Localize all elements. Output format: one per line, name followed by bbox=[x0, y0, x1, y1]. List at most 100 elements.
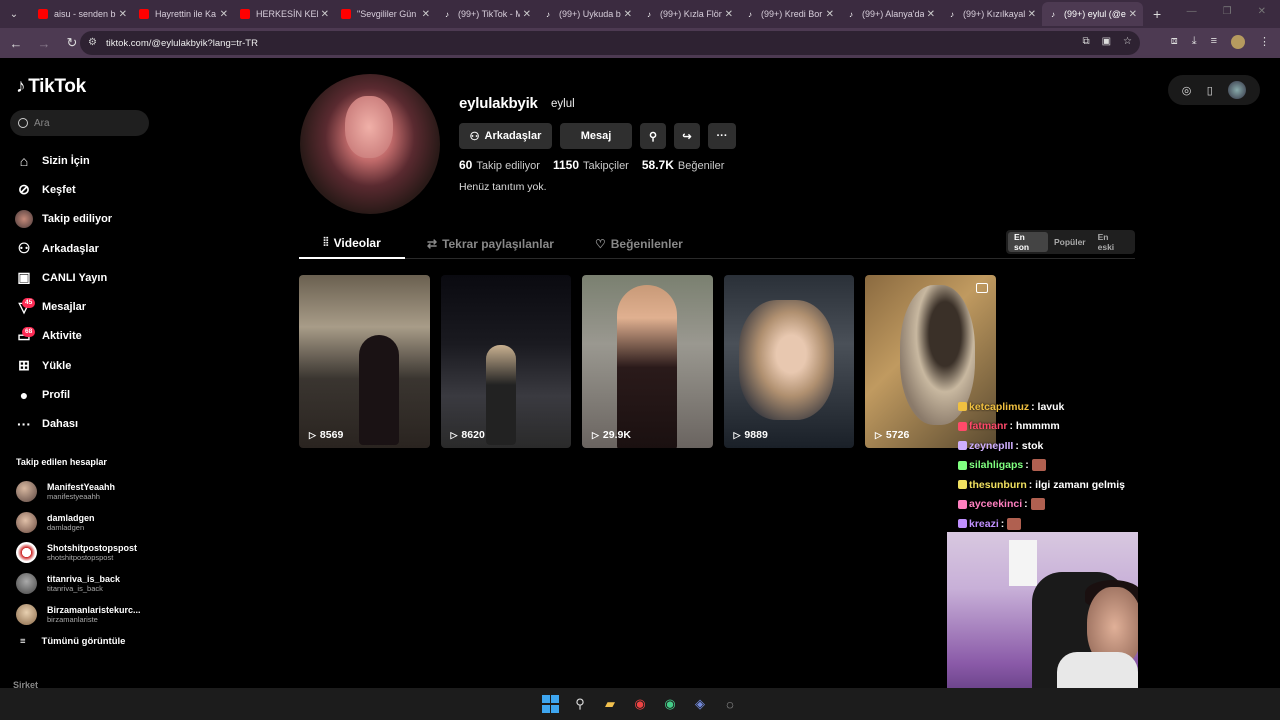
browser-tab[interactable]: ♪ (99+) Kızılkayal ✕ bbox=[941, 2, 1042, 26]
sidebar-item[interactable]: ▣ CANLI Yayın bbox=[14, 263, 112, 292]
tab-liked[interactable]: ♡ Beğenilenler bbox=[595, 228, 683, 259]
install-icon[interactable]: ▣ bbox=[1102, 36, 1111, 47]
tab-close-icon[interactable]: ✕ bbox=[1129, 9, 1137, 20]
tab-close-icon[interactable]: ✕ bbox=[321, 9, 329, 20]
browser-tab[interactable]: ♪ (99+) Kredi Bor ✕ bbox=[739, 2, 840, 26]
message-button[interactable]: Mesaj bbox=[560, 123, 632, 149]
chrome-active-icon[interactable]: ◉ bbox=[661, 695, 679, 713]
tab-close-icon[interactable]: ✕ bbox=[220, 9, 228, 20]
sidebar-item[interactable]: Takip ediliyor bbox=[14, 205, 112, 234]
obs-icon[interactable]: ◌ bbox=[721, 695, 739, 713]
friends-button[interactable]: ⚇ Arkadaşlar bbox=[459, 123, 552, 149]
browser-tab[interactable]: ♪ (99+) Uykuda b ✕ bbox=[537, 2, 638, 26]
close-window-icon[interactable]: ✕ bbox=[1258, 6, 1266, 17]
minimize-icon[interactable]: — bbox=[1187, 6, 1197, 17]
sidebar-item[interactable]: ▭68 Aktivite bbox=[14, 322, 112, 351]
chat-message: silahligaps: bbox=[958, 456, 1125, 476]
tab-close-icon[interactable]: ✕ bbox=[422, 9, 430, 20]
sort-option[interactable]: En eski bbox=[1092, 232, 1133, 252]
bookmark-star-icon[interactable]: ☆ bbox=[1123, 36, 1132, 47]
translate-icon[interactable]: ⧉ bbox=[1082, 36, 1089, 47]
browser-tab[interactable]: Hayrettin ile Ka ✕ bbox=[133, 2, 234, 26]
tab-close-icon[interactable]: ✕ bbox=[1028, 9, 1036, 20]
video-thumbnail[interactable]: ▷ 29.9K bbox=[582, 275, 713, 448]
followers-stat[interactable]: 1150 Takipçiler bbox=[553, 158, 629, 172]
view-count: ▷ 5726 bbox=[875, 429, 909, 441]
tab-close-icon[interactable]: ✕ bbox=[927, 9, 935, 20]
tab-videos[interactable]: ⦙⦙ Videolar bbox=[299, 228, 405, 259]
view-count: ▷ 8569 bbox=[309, 429, 343, 441]
sort-option[interactable]: En son bbox=[1008, 232, 1048, 252]
sidebar-item[interactable]: ⚇ Arkadaşlar bbox=[14, 234, 112, 263]
search-taskbar-icon[interactable]: ⚲ bbox=[571, 695, 589, 713]
url-field[interactable]: ⚙ tiktok.com/@eylulakbyik?lang=tr-TR ⧉ ▣… bbox=[80, 31, 1140, 55]
followed-account[interactable]: Shotshitpostopspost shotshitpostopspost bbox=[16, 538, 141, 569]
browser-tab[interactable]: ♪ (99+) Alanya'da ✕ bbox=[840, 2, 941, 26]
back-icon[interactable]: ← bbox=[4, 36, 28, 51]
sort-option[interactable]: Popüler bbox=[1048, 232, 1092, 252]
video-thumbnail[interactable]: ▷ 9889 bbox=[723, 275, 854, 448]
add-friend-button[interactable]: ⚲ bbox=[640, 123, 666, 149]
site-info-icon[interactable]: ⚙ bbox=[88, 37, 97, 48]
video-thumbnail[interactable]: ▷ 8569 bbox=[299, 275, 430, 448]
tab-title: "Sevgililer Gün bbox=[357, 9, 417, 19]
chat-text: : hmmmm bbox=[1009, 420, 1060, 433]
download-icon[interactable]: ⤓ bbox=[1192, 35, 1197, 49]
followed-account[interactable]: ManifestYeaahh manifestyeaahh bbox=[16, 476, 141, 507]
tab-search-icon[interactable]: ⌄ bbox=[4, 4, 24, 24]
video-thumbnail[interactable]: ▷ 8620 bbox=[440, 275, 571, 448]
sidebar-item[interactable]: ▽45 Mesajlar bbox=[14, 292, 112, 321]
browser-tab[interactable]: aisu - senden b ✕ bbox=[32, 2, 133, 26]
browser-menu-icon[interactable]: ⋮ bbox=[1259, 35, 1270, 49]
see-all-link[interactable]: ≡ Tümünü görüntüle bbox=[20, 636, 125, 647]
sidebar-item[interactable]: ··· Dahası bbox=[14, 410, 112, 439]
browser-tab[interactable]: ♪ (99+) eylul (@e ✕ bbox=[1042, 2, 1143, 26]
maximize-icon[interactable]: ❐ bbox=[1223, 6, 1232, 17]
followed-account[interactable]: titanriva_is_back titanriva_is_back bbox=[16, 568, 141, 599]
browser-tab-bar: ⌄ aisu - senden b ✕ Hayrettin ile Ka ✕ HERKE… bbox=[0, 0, 1280, 28]
discord-icon[interactable]: ◈ bbox=[691, 695, 709, 713]
chat-text: : stok bbox=[1015, 439, 1044, 452]
sidebar-item[interactable]: ⌂ Sizin İçin bbox=[14, 146, 112, 175]
sidebar-item[interactable]: ⊞ Yükle bbox=[14, 351, 112, 380]
tab-close-icon[interactable]: ✕ bbox=[624, 9, 632, 20]
sidebar-item[interactable]: ⊘ Keşfet bbox=[14, 175, 112, 204]
tab-close-icon[interactable]: ✕ bbox=[523, 9, 531, 20]
tab-reposts[interactable]: ⇄ Tekrar paylaşılanlar bbox=[427, 228, 554, 259]
play-icon: ▷ bbox=[309, 429, 316, 440]
tiktok-icon: ♪ bbox=[748, 9, 752, 19]
chat-message: fatmanr: hmmmm bbox=[958, 417, 1125, 437]
play-icon: ▷ bbox=[450, 429, 458, 440]
browser-tab[interactable]: ♪ (99+) Kızla Flört ✕ bbox=[638, 2, 739, 26]
search-input[interactable]: Ara bbox=[10, 110, 149, 136]
chrome-icon[interactable]: ◉ bbox=[631, 695, 649, 713]
user-avatar[interactable] bbox=[1228, 81, 1247, 99]
coins-icon[interactable]: ◎ bbox=[1182, 84, 1192, 97]
file-explorer-icon[interactable]: ▰ bbox=[601, 695, 619, 713]
forward-icon[interactable]: → bbox=[32, 36, 56, 51]
chat-message: ketcaplimuz: lavuk bbox=[958, 397, 1125, 417]
extensions-icon[interactable]: ⧈ bbox=[1171, 35, 1178, 49]
chat-username: fatmanr bbox=[969, 420, 1008, 433]
browser-tab[interactable]: HERKESİN KEN ✕ bbox=[234, 2, 335, 26]
sidebar-item[interactable]: ● Profil bbox=[14, 380, 112, 409]
browser-tab[interactable]: "Sevgililer Gün ✕ bbox=[335, 2, 436, 26]
following-stat[interactable]: 60 Takip ediliyor bbox=[459, 158, 540, 172]
tab-close-icon[interactable]: ✕ bbox=[119, 9, 127, 20]
device-icon[interactable]: ▯ bbox=[1207, 84, 1213, 97]
tab-close-icon[interactable]: ✕ bbox=[826, 9, 834, 20]
media-icon[interactable]: ≡ bbox=[1211, 35, 1217, 49]
browser-profile-avatar[interactable] bbox=[1231, 35, 1245, 49]
followed-account[interactable]: damladgen damladgen bbox=[16, 507, 141, 538]
tiktok-logo[interactable]: ♪ TikTok bbox=[16, 76, 86, 98]
new-tab-icon[interactable]: + bbox=[1153, 6, 1161, 22]
tab-close-icon[interactable]: ✕ bbox=[725, 9, 733, 20]
more-options-button[interactable]: ··· bbox=[708, 123, 736, 149]
windows-start-icon[interactable] bbox=[541, 695, 559, 713]
share-button[interactable]: ↪ bbox=[674, 123, 700, 149]
followed-account[interactable]: Birzamanlaristekurc... birzamanlariste bbox=[16, 599, 141, 630]
sidebar: ♪ TikTok Ara ⌂ Sizin İçin ⊘ Keşfet Takip edi… bbox=[0, 58, 160, 690]
youtube-icon bbox=[139, 9, 149, 19]
account-username: damladgen bbox=[47, 522, 85, 532]
browser-tab[interactable]: ♪ (99+) TikTok - M ✕ bbox=[436, 2, 537, 26]
